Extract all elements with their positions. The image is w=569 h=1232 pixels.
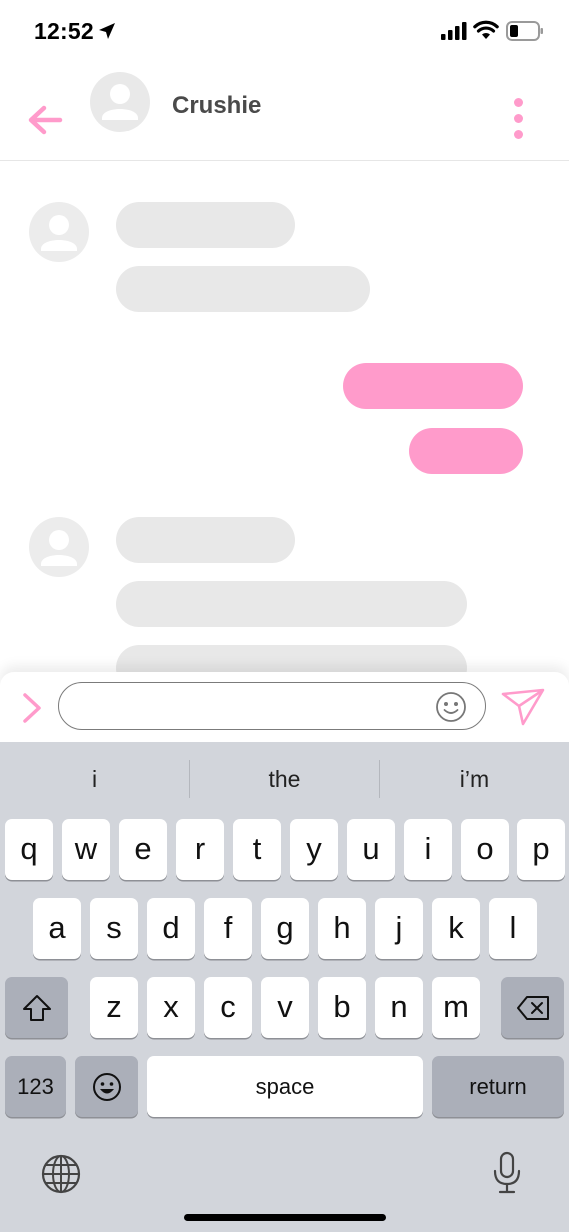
suggestion-bar: i the i’m <box>0 742 569 816</box>
key-e[interactable]: e <box>119 819 167 880</box>
backspace-key[interactable] <box>501 977 564 1038</box>
message-placeholder-incoming <box>116 202 295 248</box>
message-list[interactable] <box>0 161 569 672</box>
chat-header: Crushie <box>0 64 569 161</box>
status-bar: 12:52 <box>0 0 569 64</box>
key-v[interactable]: v <box>261 977 309 1038</box>
shift-icon <box>22 995 51 1021</box>
key-o[interactable]: o <box>461 819 509 880</box>
key-w[interactable]: w <box>62 819 110 880</box>
avatar-icon <box>29 517 89 577</box>
key-p[interactable]: p <box>517 819 565 880</box>
chevron-right-icon[interactable] <box>18 691 46 725</box>
home-indicator <box>184 1214 386 1221</box>
message-placeholder-outgoing <box>343 363 523 409</box>
key-f[interactable]: f <box>204 898 252 959</box>
key-g[interactable]: g <box>261 898 309 959</box>
location-arrow-icon <box>99 23 115 39</box>
smiley-icon[interactable] <box>435 691 467 723</box>
message-placeholder-incoming <box>116 645 467 672</box>
message-placeholder-outgoing <box>409 428 523 474</box>
message-placeholder-incoming <box>116 581 467 627</box>
key-k[interactable]: k <box>432 898 480 959</box>
key-q[interactable]: q <box>5 819 53 880</box>
key-u[interactable]: u <box>347 819 395 880</box>
keyboard: i the i’m q w e r t y u i o p a s d f g … <box>0 742 569 1232</box>
key-x[interactable]: x <box>147 977 195 1038</box>
suggestion-3[interactable]: i’m <box>380 742 569 816</box>
key-h[interactable]: h <box>318 898 366 959</box>
space-key[interactable]: space <box>147 1056 423 1117</box>
emoji-keyboard-key[interactable] <box>75 1056 138 1117</box>
cellular-signal-icon <box>441 22 467 40</box>
key-y[interactable]: y <box>290 819 338 880</box>
avatar-icon[interactable] <box>90 72 150 132</box>
battery-icon <box>506 21 543 41</box>
emoji-keyboard-icon <box>92 1073 121 1101</box>
message-composer <box>0 672 569 742</box>
backspace-icon <box>516 996 549 1020</box>
message-placeholder-incoming <box>116 266 370 312</box>
status-time: 12:52 <box>34 18 94 44</box>
numbers-key[interactable]: 123 <box>5 1056 66 1117</box>
key-s[interactable]: s <box>90 898 138 959</box>
message-input-container <box>58 682 486 730</box>
key-r[interactable]: r <box>176 819 224 880</box>
contact-name[interactable]: Crushie <box>172 92 261 120</box>
message-input[interactable] <box>77 693 441 723</box>
send-icon[interactable] <box>500 686 546 728</box>
message-placeholder-incoming <box>116 517 295 563</box>
shift-key[interactable] <box>5 977 68 1038</box>
key-b[interactable]: b <box>318 977 366 1038</box>
key-c[interactable]: c <box>204 977 252 1038</box>
return-key[interactable]: return <box>432 1056 564 1117</box>
microphone-icon[interactable] <box>492 1151 522 1195</box>
key-j[interactable]: j <box>375 898 423 959</box>
avatar-icon <box>29 202 89 262</box>
key-l[interactable]: l <box>489 898 537 959</box>
suggestion-1[interactable]: i <box>0 742 189 816</box>
key-m[interactable]: m <box>432 977 480 1038</box>
globe-icon[interactable] <box>40 1153 82 1195</box>
key-n[interactable]: n <box>375 977 423 1038</box>
key-a[interactable]: a <box>33 898 81 959</box>
key-d[interactable]: d <box>147 898 195 959</box>
back-arrow-icon[interactable] <box>26 104 66 136</box>
key-i[interactable]: i <box>404 819 452 880</box>
wifi-icon <box>473 20 499 39</box>
suggestion-2[interactable]: the <box>190 742 379 816</box>
more-vertical-icon[interactable] <box>508 98 528 142</box>
key-z[interactable]: z <box>90 977 138 1038</box>
key-t[interactable]: t <box>233 819 281 880</box>
